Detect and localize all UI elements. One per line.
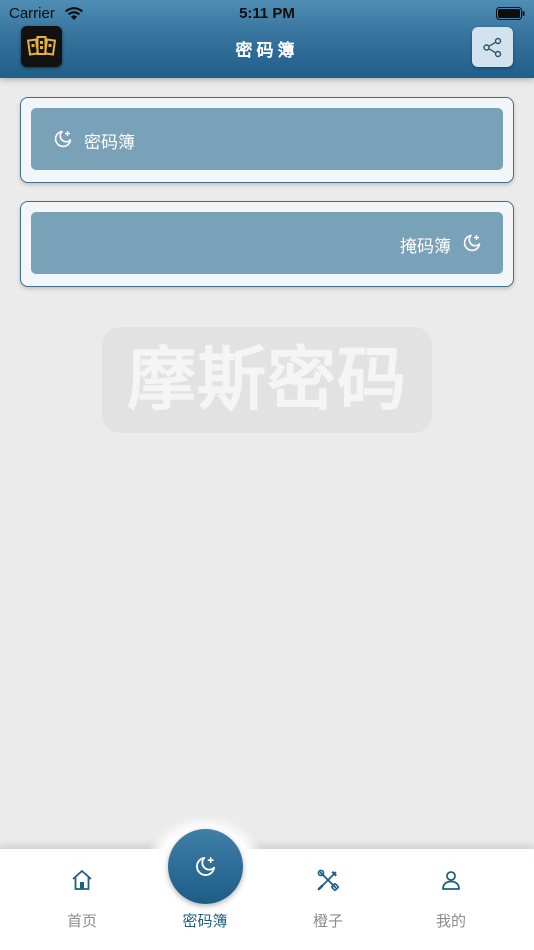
tab-orange[interactable]: 橙子 — [283, 860, 373, 936]
card-mima-book: 密码簿 — [20, 97, 514, 183]
moon-star-icon — [463, 234, 481, 252]
tab-profile[interactable]: 我的 — [406, 860, 496, 936]
home-icon — [72, 870, 92, 890]
card-label: 密码簿 — [84, 133, 135, 153]
clock: 5:11 PM — [239, 5, 295, 22]
moon-star-icon — [54, 130, 72, 148]
status-bar: Carrier 5:11 PM — [0, 0, 534, 28]
card-label: 掩码簿 — [400, 237, 451, 257]
share-button[interactable] — [472, 27, 513, 67]
screen: Carrier 5:11 PM 密码簿 密码簿 掩码簿 摩斯密码 首页 密码簿 … — [0, 0, 534, 950]
tools-icon — [317, 869, 339, 891]
mima-book-button[interactable]: 密码簿 — [31, 108, 503, 170]
navigation-header: Carrier 5:11 PM 密码簿 — [0, 0, 534, 78]
watermark: 摩斯密码 — [102, 327, 432, 433]
tab-home[interactable]: 首页 — [37, 860, 127, 936]
share-icon — [483, 37, 502, 58]
mask-book-button[interactable]: 掩码簿 — [31, 212, 503, 274]
tab-label: 橙子 — [312, 912, 343, 930]
user-icon — [442, 871, 460, 890]
tab-label: 首页 — [66, 912, 97, 930]
tab-label: 我的 — [435, 912, 466, 930]
battery-icon — [496, 7, 525, 20]
page-title: 密码簿 — [235, 41, 299, 61]
card-mask-book: 掩码簿 — [20, 201, 514, 287]
tab-label: 密码簿 — [182, 912, 228, 930]
tab-mima-book[interactable]: 密码簿 — [160, 860, 250, 936]
